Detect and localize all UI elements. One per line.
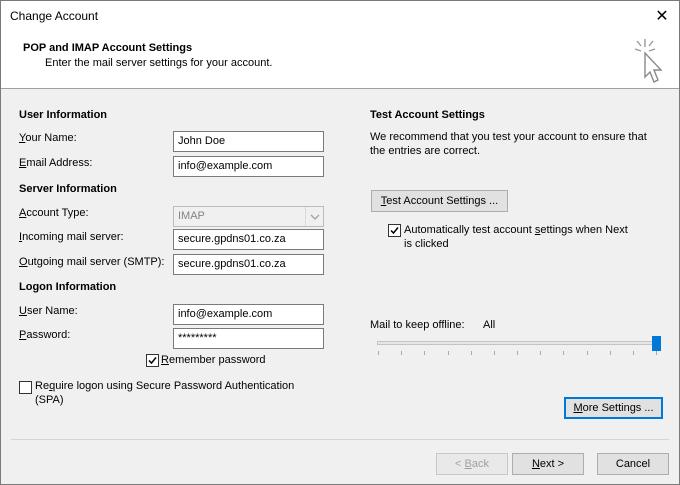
slider-tick [378, 351, 379, 355]
test-settings-heading: Test Account Settings [370, 109, 485, 121]
auto-test-label-line2[interactable]: is clicked [404, 238, 449, 250]
remember-password-checkbox[interactable] [146, 354, 159, 367]
slider-tick [656, 351, 657, 355]
incoming-server-input[interactable]: secure.gpdns01.co.za [173, 229, 324, 250]
header-subtitle: Enter the mail server settings for your … [45, 57, 273, 69]
require-spa-label-line2[interactable]: (SPA) [35, 394, 64, 406]
mail-offline-slider-thumb[interactable] [652, 336, 661, 351]
slider-tick [471, 351, 472, 355]
your-name-input[interactable]: John Doe [173, 131, 324, 152]
slider-tick [401, 351, 402, 355]
test-description-line2: the entries are correct. [370, 145, 481, 157]
slider-tick [448, 351, 449, 355]
password-input[interactable]: ********* [173, 328, 324, 349]
slider-tick [610, 351, 611, 355]
mail-offline-label: Mail to keep offline: [370, 319, 465, 331]
window-title: Change Account [10, 9, 99, 23]
user-info-heading: User Information [19, 109, 108, 121]
your-name-label: Your Name: [19, 132, 77, 144]
email-address-input[interactable]: info@example.com [173, 156, 324, 177]
account-type-label: Account Type: [19, 207, 89, 219]
change-account-dialog: Change Account ✕ POP and IMAP Account Se… [0, 0, 680, 485]
mail-offline-slider-track[interactable] [377, 341, 657, 345]
footer-divider [11, 439, 669, 440]
account-type-value: IMAP [178, 210, 205, 222]
more-settings-button[interactable]: More Settings ... [564, 397, 663, 419]
close-button[interactable]: ✕ [645, 1, 679, 31]
auto-test-label[interactable]: Automatically test account settings when… [404, 224, 628, 236]
email-address-label: Email Address: [19, 157, 93, 169]
title-bar: Change Account ✕ [1, 1, 679, 31]
require-spa-checkbox[interactable] [19, 381, 32, 394]
auto-test-checkbox[interactable] [388, 224, 401, 237]
next-label: Next > [531, 458, 565, 470]
slider-tick [494, 351, 495, 355]
slider-tick [424, 351, 425, 355]
password-label: Password: [19, 329, 71, 341]
more-settings-label: More Settings ... [573, 402, 654, 414]
test-account-settings-button[interactable]: Test Account Settings ... [371, 190, 508, 212]
slider-tick [563, 351, 564, 355]
logon-info-heading: Logon Information [19, 281, 117, 293]
chevron-down-icon [305, 207, 323, 226]
slider-tick [517, 351, 518, 355]
cancel-button[interactable]: Cancel [597, 453, 669, 475]
server-info-heading: Server Information [19, 183, 117, 195]
close-icon: ✕ [655, 8, 669, 25]
next-button[interactable]: Next > [512, 453, 584, 475]
dialog-header: POP and IMAP Account Settings Enter the … [1, 31, 679, 89]
slider-tick [587, 351, 588, 355]
test-description-line1: We recommend that you test your account … [370, 131, 647, 143]
header-title: POP and IMAP Account Settings [23, 42, 193, 54]
checkmark-icon [148, 357, 157, 365]
incoming-server-label: Incoming mail server: [19, 231, 124, 243]
mail-offline-value: All [483, 319, 496, 331]
outgoing-server-input[interactable]: secure.gpdns01.co.za [173, 254, 324, 275]
test-account-settings-label: Test Account Settings ... [380, 195, 499, 207]
checkmark-icon [390, 227, 399, 235]
back-button[interactable]: < Back [436, 453, 508, 475]
user-name-input[interactable]: info@example.com [173, 304, 324, 325]
user-name-label: User Name: [19, 305, 78, 317]
account-type-select: IMAP [173, 206, 324, 227]
cursor-click-icon [634, 39, 663, 83]
slider-tick [540, 351, 541, 355]
back-label: < Back [455, 458, 489, 470]
outgoing-server-label: Outgoing mail server (SMTP): [19, 256, 165, 268]
slider-tick [633, 351, 634, 355]
remember-password-label[interactable]: Remember password [161, 354, 266, 366]
require-spa-label[interactable]: Require logon using Secure Password Auth… [35, 380, 294, 392]
cancel-label: Cancel [615, 458, 651, 470]
